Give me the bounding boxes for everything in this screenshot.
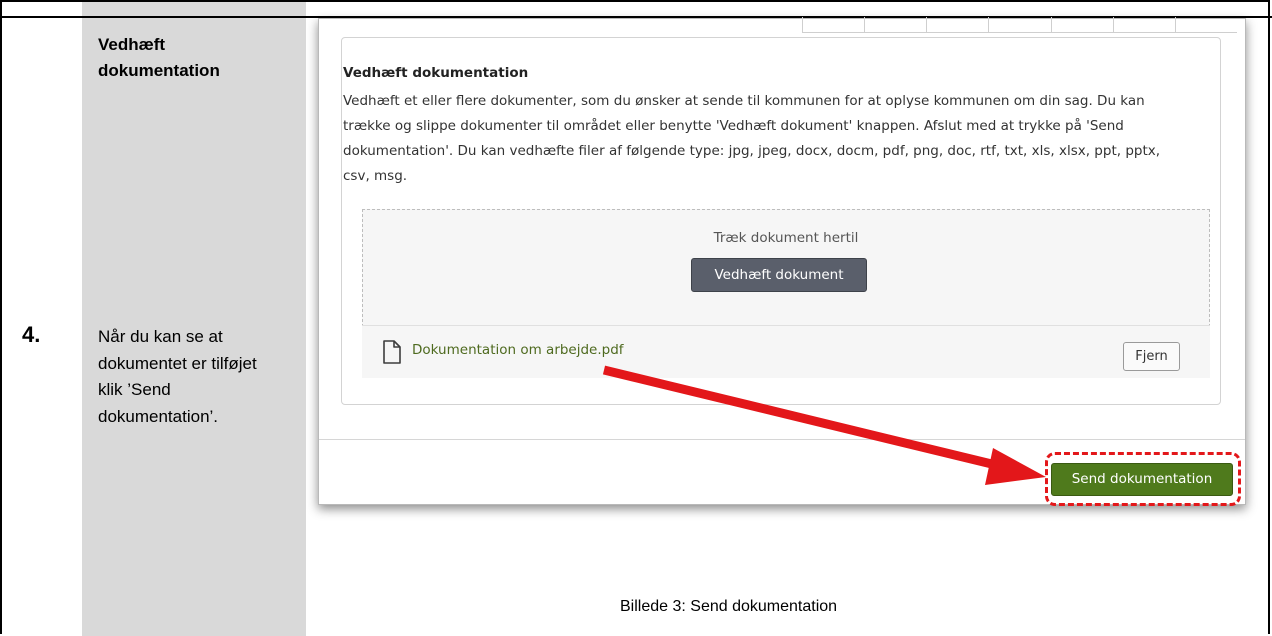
attached-file-row: Dokumentation om arbejde.pdf Fjern [362, 325, 1210, 378]
remove-file-button[interactable]: Fjern [1123, 342, 1180, 371]
panel-title: Vedhæft dokumentation [343, 65, 529, 81]
step-title: Vedhæft dokumentation [98, 35, 220, 80]
drop-zone-hint: Træk dokument hertil [713, 230, 859, 246]
step-instruction: Når du kan se at dokumentet er tilføjet … [98, 327, 257, 426]
tab-divider [1174, 17, 1237, 33]
send-button-highlight [1045, 452, 1241, 506]
document-icon [383, 340, 401, 364]
tab-strip [802, 17, 1237, 33]
panel-description: Vedhæft et eller flere dokumenter, som d… [343, 93, 1161, 184]
tab-divider [926, 17, 989, 33]
tab-divider [802, 17, 865, 33]
tab-divider [1050, 17, 1113, 33]
tab-divider [864, 17, 927, 33]
tab-divider [1112, 17, 1175, 33]
tab-divider [988, 17, 1051, 33]
screenshot-window: Vedhæft dokumentation Vedhæft et eller f… [318, 17, 1246, 505]
step-number: 4. [22, 322, 41, 347]
attached-file-link[interactable]: Dokumentation om arbejde.pdf [412, 342, 624, 358]
figure-caption: Billede 3: Send dokumentation [620, 598, 838, 615]
footer-divider [319, 439, 1245, 440]
attach-document-button[interactable]: Vedhæft dokument [691, 258, 867, 292]
